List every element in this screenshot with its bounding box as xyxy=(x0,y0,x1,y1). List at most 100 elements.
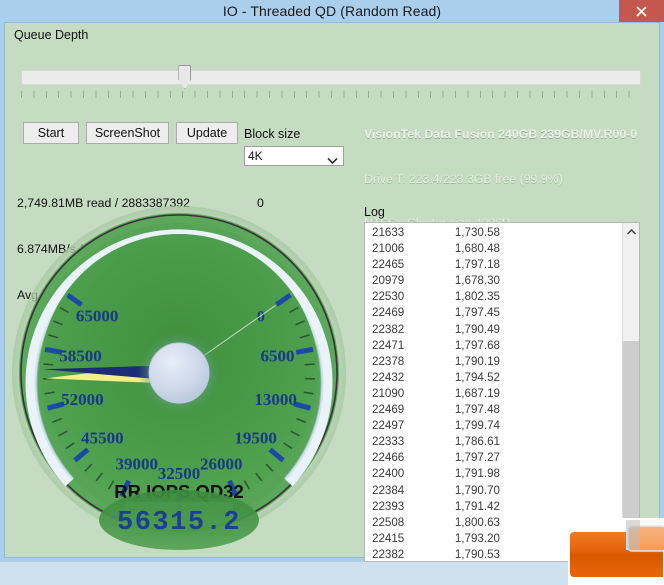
gauge-tick-label: 45500 xyxy=(81,428,124,447)
log-row-value: 1,730.58 xyxy=(430,225,500,241)
update-button[interactable]: Update xyxy=(176,122,238,144)
gauge-tick-label: 6500 xyxy=(260,347,294,366)
chevron-down-icon xyxy=(327,152,338,170)
log-row-iops: 20979 xyxy=(372,273,430,289)
log-row[interactable]: 224321,794.52 xyxy=(365,370,620,386)
log-row-value: 1,790.19 xyxy=(430,354,500,370)
log-row[interactable]: 224661,797.27 xyxy=(365,450,620,466)
iops-gauge: 0650013000195002600032500390004550052000… xyxy=(7,205,352,555)
log-row-value: 1,797.18 xyxy=(430,257,500,273)
log-row-iops: 22400 xyxy=(372,466,430,482)
log-row-value: 1,786.61 xyxy=(430,434,500,450)
log-row[interactable]: 210901,687.19 xyxy=(365,386,620,402)
slider-track[interactable] xyxy=(21,70,641,85)
app-window: IO - Threaded QD (Random Read) Queue Dep… xyxy=(0,0,664,562)
log-row[interactable]: 224691,797.45 xyxy=(365,305,620,321)
queue-depth-slider[interactable] xyxy=(21,70,641,86)
gauge-tick-label: 58500 xyxy=(59,347,102,366)
log-row-value: 1,794.52 xyxy=(430,370,500,386)
log-row[interactable]: 209791,678.30 xyxy=(365,273,620,289)
log-rows-container: 216331,730.58210061,680.48224651,797.182… xyxy=(365,225,620,562)
log-row[interactable]: 224001,791.98 xyxy=(365,466,620,482)
gauge-major-tick xyxy=(296,349,313,352)
queue-depth-label: Queue Depth xyxy=(14,28,88,42)
log-row[interactable]: 224711,797.68 xyxy=(365,338,620,354)
slider-thumb[interactable] xyxy=(178,65,191,89)
log-row-iops: 22382 xyxy=(372,322,430,338)
log-row[interactable]: 210061,680.48 xyxy=(365,241,620,257)
gauge-minor-tick xyxy=(43,364,53,365)
log-row-value: 1,790.53 xyxy=(430,547,500,562)
gauge-digital-readout: 56315.2 xyxy=(117,508,241,538)
gauge-tick-label: 39000 xyxy=(115,455,158,474)
log-row-value: 1,800.63 xyxy=(430,515,500,531)
log-row-value: 1,790.70 xyxy=(430,483,500,499)
gauge-tick-label: 13000 xyxy=(254,390,297,409)
scrollbar-thumb[interactable] xyxy=(623,341,639,546)
drive-title: VisionTek Data Fusion 240GB 239GB/MV.R00… xyxy=(364,127,637,141)
log-row-iops: 21006 xyxy=(372,241,430,257)
log-row-iops: 22378 xyxy=(372,354,430,370)
log-row[interactable]: 223781,790.19 xyxy=(365,354,620,370)
log-row[interactable]: 216331,730.58 xyxy=(365,225,620,241)
log-row[interactable]: 223821,790.49 xyxy=(365,322,620,338)
log-row[interactable]: 224971,799.74 xyxy=(365,418,620,434)
log-row-iops: 22469 xyxy=(372,402,430,418)
log-list[interactable]: 216331,730.58210061,680.48224651,797.182… xyxy=(364,222,640,562)
log-row-value: 1,687.19 xyxy=(430,386,500,402)
log-row-iops: 22530 xyxy=(372,289,430,305)
log-row[interactable]: 223841,790.70 xyxy=(365,483,620,499)
log-row-iops: 22466 xyxy=(372,450,430,466)
log-row-value: 1,790.49 xyxy=(430,322,500,338)
log-row-value: 1,797.45 xyxy=(430,305,500,321)
gauge-tick-label: 52000 xyxy=(61,390,104,409)
title-bar: IO - Threaded QD (Random Read) xyxy=(0,0,664,22)
log-row-value: 1,678.30 xyxy=(430,273,500,289)
log-row-value: 1,802.35 xyxy=(430,289,500,305)
gauge-minor-tick xyxy=(305,364,315,365)
log-row[interactable]: 223931,791.42 xyxy=(365,499,620,515)
log-row-value: 1,791.42 xyxy=(430,499,500,515)
close-icon xyxy=(636,6,647,17)
log-row-iops: 22384 xyxy=(372,483,430,499)
slider-tick-marks xyxy=(21,91,641,98)
log-row-iops: 22415 xyxy=(372,531,430,547)
client-area: Queue Depth Start ScreenShot Update Bloc… xyxy=(4,22,660,558)
log-row-value: 1,793.20 xyxy=(430,531,500,547)
log-row-iops: 22333 xyxy=(372,434,430,450)
log-row-value: 1,791.98 xyxy=(430,466,500,482)
log-row-value: 1,797.48 xyxy=(430,402,500,418)
log-row-iops: 22432 xyxy=(372,370,430,386)
log-row-iops: 22508 xyxy=(372,515,430,531)
log-row-iops: 21633 xyxy=(372,225,430,241)
log-row-iops: 22465 xyxy=(372,257,430,273)
screenshot-button[interactable]: ScreenShot xyxy=(86,122,169,144)
orange-logo-graphic xyxy=(568,518,664,585)
log-row-value: 1,680.48 xyxy=(430,241,500,257)
gauge-tick-label: 65000 xyxy=(76,307,119,326)
close-button[interactable] xyxy=(619,0,664,22)
start-button[interactable]: Start xyxy=(23,122,79,144)
log-row[interactable]: 224651,797.18 xyxy=(365,257,620,273)
log-row-value: 1,799.74 xyxy=(430,418,500,434)
log-row-iops: 22393 xyxy=(372,499,430,515)
chevron-up-icon xyxy=(627,229,636,235)
gauge-tick-label: 19500 xyxy=(234,428,277,447)
window-title: IO - Threaded QD (Random Read) xyxy=(0,1,664,21)
log-row-iops: 22382 xyxy=(372,547,430,562)
block-size-value: 4K xyxy=(248,149,263,163)
block-size-select[interactable]: 4K xyxy=(244,146,344,166)
log-row-iops: 22471 xyxy=(372,338,430,354)
drive-line-1: Drive T: 223.4/223.3GB free (99.9%) xyxy=(364,172,563,187)
scrollbar-up-button[interactable] xyxy=(623,223,639,240)
gauge-tick-label: 26000 xyxy=(200,455,243,474)
log-row-iops: 22497 xyxy=(372,418,430,434)
log-label: Log xyxy=(364,205,385,219)
log-row-iops: 22469 xyxy=(372,305,430,321)
log-row-value: 1,797.27 xyxy=(430,450,500,466)
log-row-value: 1,797.68 xyxy=(430,338,500,354)
log-scrollbar[interactable] xyxy=(622,223,639,561)
log-row[interactable]: 225301,802.35 xyxy=(365,289,620,305)
log-row[interactable]: 224691,797.48 xyxy=(365,402,620,418)
log-row[interactable]: 223331,786.61 xyxy=(365,434,620,450)
